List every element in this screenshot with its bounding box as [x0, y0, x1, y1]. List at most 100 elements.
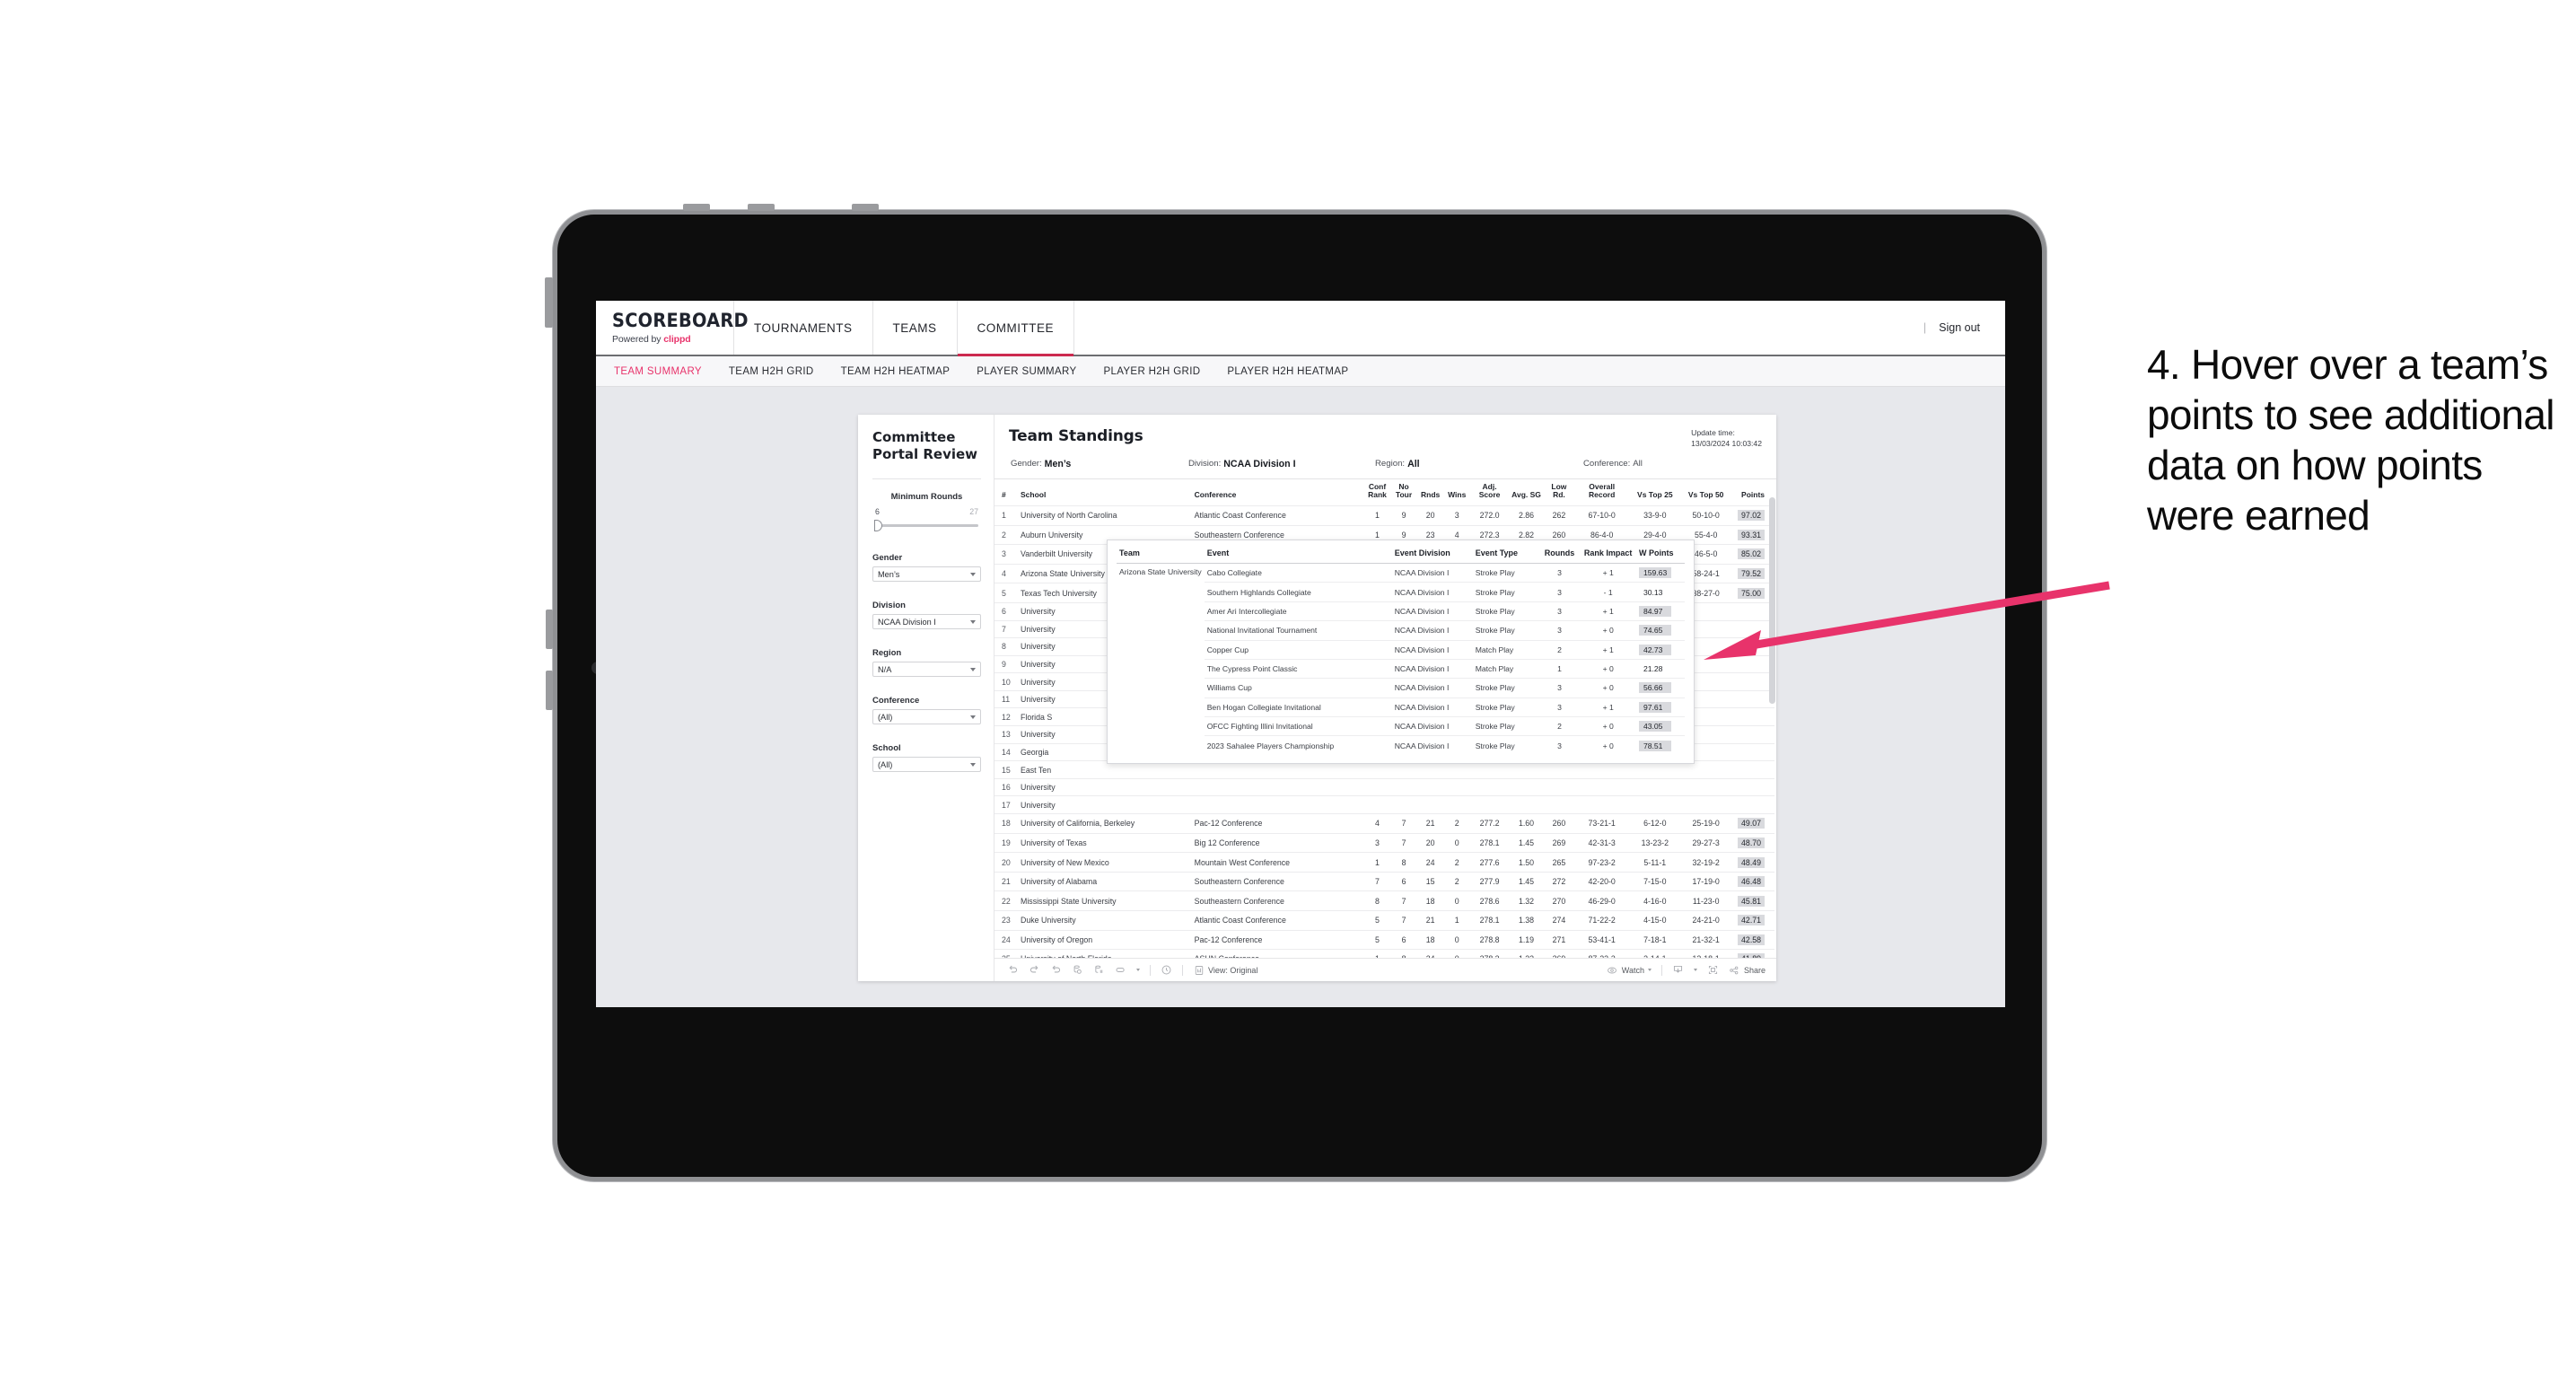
filter-conference-select[interactable]: (All) — [872, 709, 981, 725]
topnav-item-committee[interactable]: COMMITTEE — [957, 301, 1075, 356]
tab-team-h2h-heatmap[interactable]: TEAM H2H HEATMAP — [841, 366, 951, 377]
points-value: 42.71 — [1738, 915, 1766, 926]
tab-team-summary[interactable]: TEAM SUMMARY — [614, 366, 702, 377]
cell-points[interactable] — [1731, 795, 1774, 814]
download-icon[interactable] — [1672, 964, 1684, 976]
table-row[interactable]: 23 Duke University Atlantic Coast Conferen… — [994, 910, 1774, 931]
header-no-tour[interactable]: No Tour — [1390, 478, 1417, 506]
cell-points[interactable]: 42.71 — [1731, 910, 1774, 931]
chevron-down-icon[interactable] — [1693, 969, 1697, 971]
cell-rnds: 21 — [1416, 813, 1444, 834]
header-conference[interactable]: Conference — [1192, 478, 1364, 506]
cell-points[interactable] — [1731, 760, 1774, 779]
sign-out-link[interactable]: Sign out — [1939, 321, 1980, 334]
tooltip-cell-w-points: 78.51 — [1635, 735, 1685, 755]
undo-icon[interactable] — [1007, 964, 1019, 976]
filter-gender-select[interactable]: Men’s — [872, 566, 981, 583]
cell-adj-score: 277.9 — [1469, 871, 1510, 891]
table-row[interactable]: 22 Mississippi State University Southeaste… — [994, 890, 1774, 911]
tab-team-h2h-grid[interactable]: TEAM H2H GRID — [729, 366, 814, 377]
cell-points[interactable]: 97.02 — [1731, 504, 1774, 526]
brand-logo[interactable]: SCOREBOARD Powered by clippd — [596, 301, 749, 355]
table-row[interactable]: 21 University of Alabama Southeastern Conf… — [994, 871, 1774, 891]
tooltip-cell-division: NCAA Division I — [1391, 678, 1473, 698]
cell-no-tour: 7 — [1390, 813, 1417, 834]
cell-adj-score — [1469, 795, 1510, 814]
minimum-rounds-label: Minimum Rounds — [890, 492, 963, 503]
table-row[interactable]: 19 University of Texas Big 12 Conference 3 7… — [994, 832, 1774, 853]
sub-navigation-tabs: TEAM SUMMARY TEAM H2H GRID TEAM H2H HEAT… — [596, 356, 2005, 387]
table-row[interactable]: 20 University of New Mexico Mountain West … — [994, 852, 1774, 873]
header-avg-sg[interactable]: Avg. SG — [1509, 478, 1544, 506]
tab-player-h2h-grid[interactable]: PLAYER H2H GRID — [1103, 366, 1200, 377]
minimum-rounds-slider[interactable] — [872, 519, 981, 532]
table-row[interactable]: 1 University of North Carolina Atlantic Co… — [994, 504, 1774, 526]
cell-points[interactable]: 45.81 — [1731, 890, 1774, 911]
header-points[interactable]: Points — [1731, 478, 1774, 506]
cell-points[interactable]: 49.07 — [1731, 813, 1774, 834]
cell-points[interactable]: 41.89 — [1731, 949, 1774, 958]
cell-rank: 19 — [994, 832, 1018, 853]
cell-points[interactable]: 85.02 — [1731, 544, 1774, 565]
header-conf-rank[interactable]: Conf Rank — [1363, 478, 1391, 506]
history-clock-icon[interactable] — [1161, 964, 1172, 976]
fullscreen-icon[interactable] — [1707, 964, 1719, 976]
cell-points[interactable] — [1731, 707, 1774, 726]
table-row[interactable]: 17 University — [994, 795, 1774, 814]
table-row[interactable]: 25University of North FloridaASUN Confer… — [994, 949, 1774, 958]
header-vs-top-50[interactable]: Vs Top 50 — [1680, 478, 1732, 506]
header-school[interactable]: School — [1017, 478, 1193, 506]
filter-school-select[interactable]: (All) — [872, 757, 981, 773]
cell-points[interactable]: 48.70 — [1731, 832, 1774, 853]
topnav-item-tournaments[interactable]: TOURNAMENTS — [734, 301, 873, 355]
pause-data-icon[interactable] — [1093, 964, 1105, 976]
cell-no-tour — [1390, 777, 1417, 796]
cell-points[interactable] — [1731, 777, 1774, 796]
topnav-item-teams[interactable]: TEAMS — [873, 301, 958, 355]
dashboard-toolbar: View: Original Watch Share — [994, 958, 1776, 981]
cell-t25: 13-23-2 — [1629, 832, 1681, 853]
header-rank[interactable]: # — [994, 478, 1018, 506]
watch-button[interactable]: Watch — [1607, 964, 1652, 976]
chevron-down-icon[interactable] — [1136, 969, 1140, 971]
tab-player-h2h-heatmap[interactable]: PLAYER H2H HEATMAP — [1227, 366, 1348, 377]
annotation-arrow — [1704, 581, 2110, 660]
table-row[interactable]: 16 University — [994, 777, 1774, 796]
cell-points[interactable] — [1731, 742, 1774, 761]
header-rnds[interactable]: Rnds — [1416, 478, 1444, 506]
cell-rnds: 15 — [1416, 871, 1444, 891]
slider-thumb[interactable] — [874, 520, 882, 532]
cell-t50: 25-19-0 — [1680, 813, 1732, 834]
pill-shape-icon[interactable] — [1115, 964, 1126, 976]
cell-rnds: 18 — [1416, 929, 1444, 950]
tooltip-row: Arizona State University Cabo Collegiate N… — [1117, 564, 1685, 583]
points-hover-tooltip: Team Event Event Division Event Type Rou… — [1107, 539, 1695, 764]
header-adj-score[interactable]: Adj. Score — [1469, 478, 1510, 506]
cell-points[interactable]: 42.58 — [1731, 929, 1774, 950]
header-overall-record[interactable]: Overall Record — [1573, 478, 1630, 506]
tooltip-header-event-division: Event Division — [1391, 547, 1473, 564]
tooltip-cell-event: Southern Highlands Collegiate — [1204, 582, 1392, 602]
view-original-button[interactable]: View: Original — [1193, 964, 1257, 976]
refresh-data-icon[interactable] — [1072, 964, 1083, 976]
cell-points[interactable]: 93.31 — [1731, 524, 1774, 545]
cell-rank: 5 — [994, 583, 1018, 603]
table-row[interactable]: 18 University of California, Berkeley Pac-… — [994, 813, 1774, 834]
points-value: 45.81 — [1738, 895, 1766, 907]
cell-no-tour: 7 — [1390, 832, 1417, 853]
redo-icon[interactable] — [1029, 964, 1040, 976]
header-wins[interactable]: Wins — [1443, 478, 1470, 506]
share-button[interactable]: Share — [1729, 964, 1766, 976]
filter-region-select[interactable]: N/A — [872, 662, 981, 678]
filter-division-select[interactable]: NCAA Division I — [872, 614, 981, 630]
table-row[interactable]: 24 University of Oregon Pac-12 Conference 5… — [994, 929, 1774, 950]
tab-player-summary[interactable]: PLAYER SUMMARY — [977, 366, 1076, 377]
cell-points[interactable] — [1731, 725, 1774, 744]
header-low-rd[interactable]: Low Rd. — [1543, 478, 1574, 506]
cell-points[interactable]: 46.48 — [1731, 871, 1774, 891]
cell-points[interactable] — [1731, 689, 1774, 708]
cell-points[interactable]: 48.49 — [1731, 852, 1774, 873]
revert-icon[interactable] — [1050, 964, 1062, 976]
tooltip-table-body: Arizona State University Cabo Collegiate N… — [1117, 564, 1685, 755]
header-vs-top-25[interactable]: Vs Top 25 — [1629, 478, 1681, 506]
